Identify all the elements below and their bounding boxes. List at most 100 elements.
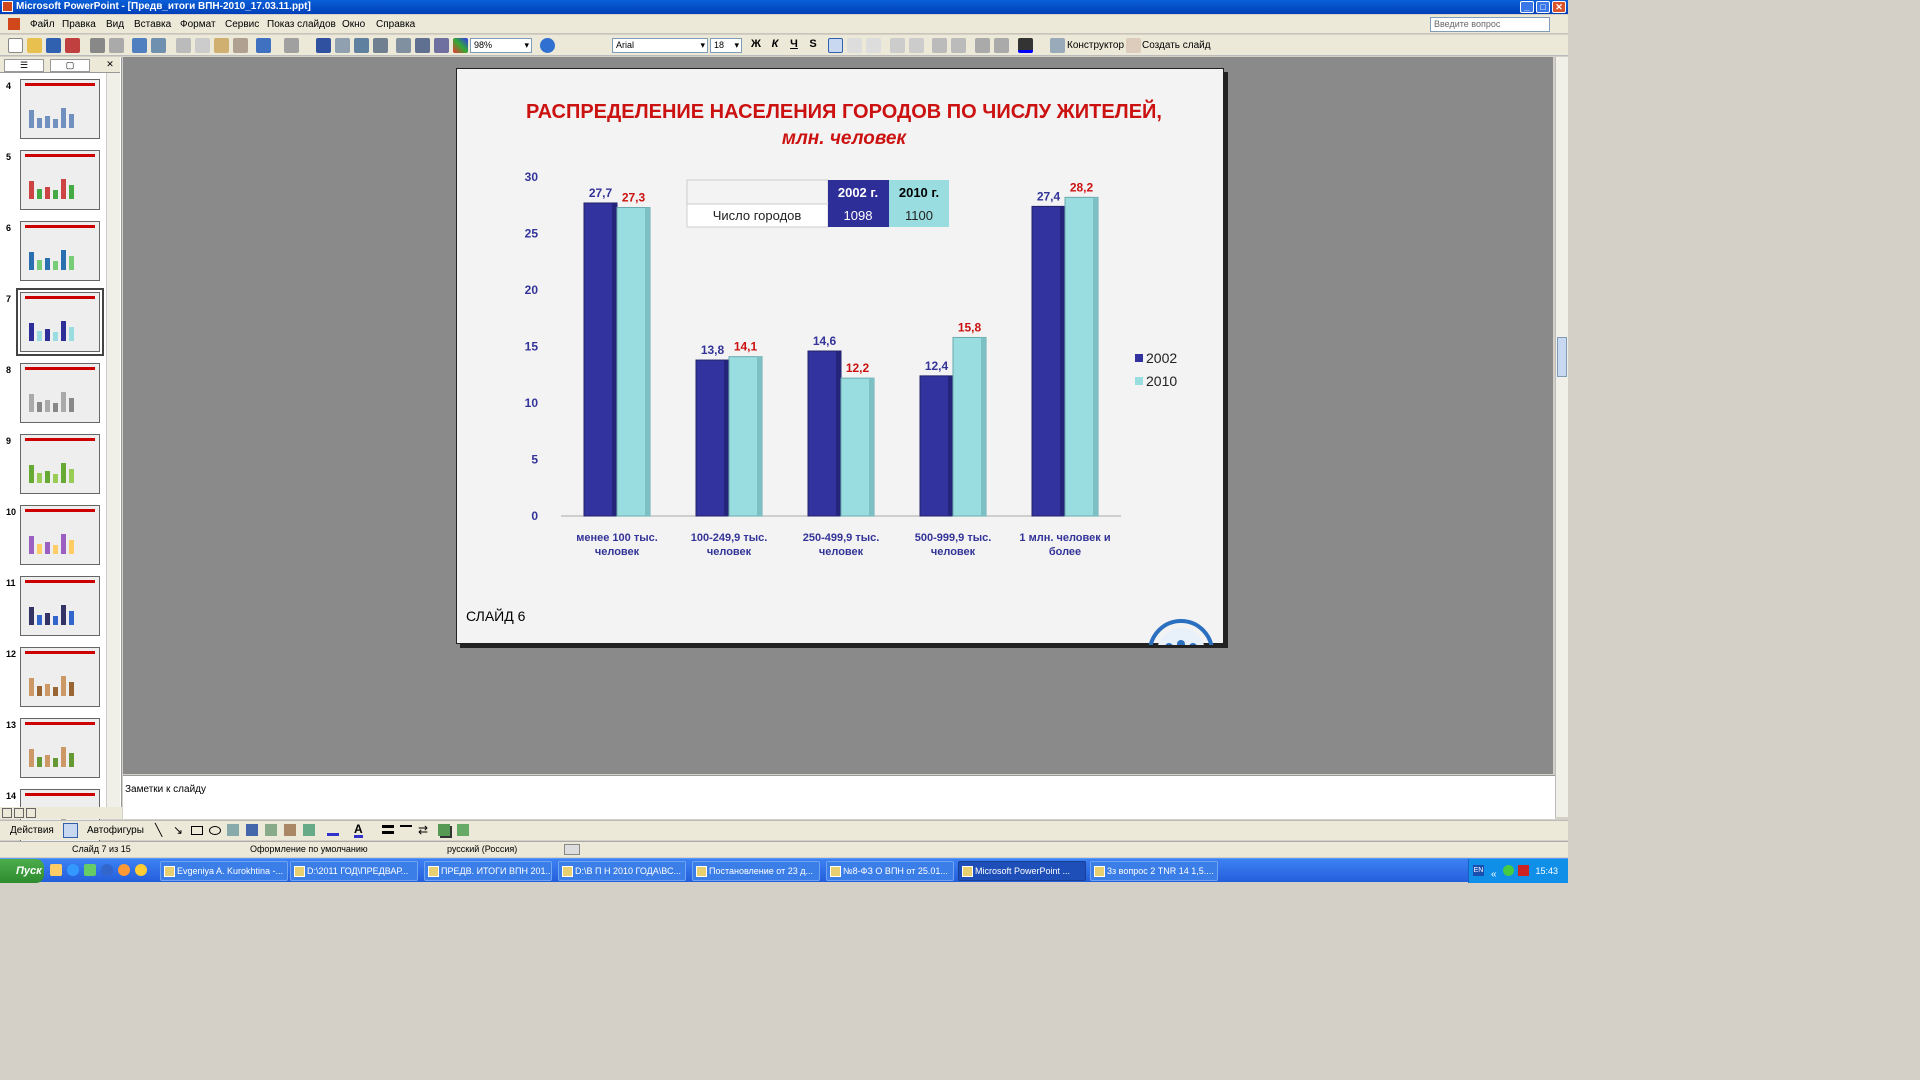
picture-icon[interactable]: [303, 824, 315, 836]
slide-canvas[interactable]: РАСПРЕДЕЛЕНИЕ НАСЕЛЕНИЯ ГОРОДОВ ПО ЧИСЛУ…: [456, 68, 1224, 685]
spellcheck-status-icon[interactable]: [564, 844, 580, 855]
align-right-icon[interactable]: [866, 38, 881, 53]
research-icon[interactable]: [151, 38, 166, 53]
rectangle-icon[interactable]: [191, 826, 203, 835]
slideshow-view-icon[interactable]: [26, 808, 36, 818]
diagram-icon[interactable]: [265, 824, 277, 836]
insert-hyperlink-icon[interactable]: [373, 38, 388, 53]
vertical-scrollbar[interactable]: [1555, 57, 1568, 817]
underline-button[interactable]: Ч: [786, 38, 802, 50]
tray-expand-icon[interactable]: «: [1491, 863, 1497, 887]
save-icon[interactable]: [46, 38, 61, 53]
menu-help[interactable]: Справка: [376, 19, 415, 30]
show-formatting-icon[interactable]: [415, 38, 430, 53]
line-style-icon[interactable]: [382, 825, 394, 834]
spelling-icon[interactable]: [132, 38, 147, 53]
quicklaunch-media-icon[interactable]: [118, 864, 130, 876]
increase-indent-icon[interactable]: [994, 38, 1009, 53]
menu-slideshow[interactable]: Показ слайдов: [267, 19, 336, 30]
zoom-select[interactable]: 98%: [470, 38, 532, 53]
shadow-button[interactable]: S: [805, 38, 821, 50]
redo-icon[interactable]: [284, 38, 299, 53]
format-painter-icon[interactable]: [233, 38, 248, 53]
arrow-icon[interactable]: ↘: [173, 823, 183, 837]
font-select[interactable]: Arial: [612, 38, 708, 53]
thumbnails-scrollbar[interactable]: [106, 73, 120, 807]
clipart-icon[interactable]: [284, 824, 296, 836]
numbering-icon[interactable]: [890, 38, 905, 53]
new-slide-button[interactable]: Создать слайд: [1142, 40, 1211, 51]
start-button[interactable]: Пуск: [0, 859, 44, 883]
slide-thumbnail[interactable]: [20, 79, 100, 139]
menu-file[interactable]: Файл: [30, 19, 55, 30]
taskbar-task[interactable]: Постановление от 23 д...: [692, 861, 820, 881]
slide-thumbnail[interactable]: [20, 789, 100, 849]
minimize-button[interactable]: _: [1520, 1, 1534, 13]
slide-thumbnail[interactable]: [20, 150, 100, 210]
help-icon[interactable]: [540, 38, 555, 53]
maximize-button[interactable]: □: [1536, 1, 1550, 13]
font-color-icon[interactable]: [1018, 38, 1033, 53]
menu-tools[interactable]: Сервис: [225, 19, 259, 30]
menu-window[interactable]: Окно: [342, 19, 365, 30]
decrease-indent-icon[interactable]: [975, 38, 990, 53]
slide-thumbnail[interactable]: [20, 505, 100, 565]
select-pointer-icon[interactable]: [63, 823, 78, 838]
insert-table-icon[interactable]: [335, 38, 350, 53]
close-pane-icon[interactable]: ✕: [104, 59, 116, 72]
taskbar-task[interactable]: ПРЕДВ. ИТОГИ ВПН 201...: [424, 861, 552, 881]
slide-thumbnail[interactable]: [16, 288, 104, 356]
autoshapes-menu[interactable]: Автофигуры: [87, 825, 144, 836]
slide-thumbnail[interactable]: [20, 718, 100, 778]
normal-view-icon[interactable]: [2, 808, 12, 818]
cut-icon[interactable]: [176, 38, 191, 53]
tray-network-icon[interactable]: [1503, 865, 1514, 876]
tables-borders-icon[interactable]: [354, 38, 369, 53]
permission-icon[interactable]: [65, 38, 80, 53]
document-icon[interactable]: [8, 18, 20, 30]
font-size-select[interactable]: 18: [710, 38, 742, 53]
taskbar-task[interactable]: 3з вопрос 2 TNR 14 1,5....: [1090, 861, 1218, 881]
quicklaunch-app-icon[interactable]: [50, 864, 62, 876]
slides-tab[interactable]: ▢: [50, 59, 90, 72]
language-indicator[interactable]: EN: [1473, 865, 1484, 876]
3d-style-icon[interactable]: [457, 824, 469, 836]
menu-format[interactable]: Формат: [180, 19, 216, 30]
design-button[interactable]: Конструктор: [1067, 40, 1124, 51]
taskbar-task[interactable]: №8-ФЗ О ВПН от 25.01...: [826, 861, 954, 881]
color-grayscale-icon[interactable]: [453, 38, 468, 53]
actions-menu[interactable]: Действия: [10, 825, 54, 836]
slide-thumbnail[interactable]: [20, 363, 100, 423]
slide-thumbnail[interactable]: [20, 221, 100, 281]
arrow-style-icon[interactable]: ⇄: [418, 823, 428, 837]
align-center-icon[interactable]: [847, 38, 862, 53]
increase-font-icon[interactable]: [932, 38, 947, 53]
oval-icon[interactable]: [209, 826, 221, 835]
quicklaunch-desktop-icon[interactable]: [84, 864, 96, 876]
outline-tab[interactable]: ☰: [4, 59, 44, 72]
ask-question-input[interactable]: Введите вопрос: [1430, 17, 1550, 32]
textbox-icon[interactable]: [227, 824, 239, 836]
quicklaunch-ie-icon[interactable]: [67, 864, 79, 876]
show-grid-icon[interactable]: [434, 38, 449, 53]
italic-button[interactable]: К: [767, 38, 783, 50]
fill-color-icon[interactable]: [327, 824, 339, 836]
new-icon[interactable]: [8, 38, 23, 53]
scrollbar-thumb[interactable]: [1557, 337, 1567, 377]
taskbar-task[interactable]: Evgeniya A. Kurokhtina -...: [160, 861, 288, 881]
slide-thumbnail[interactable]: [20, 434, 100, 494]
font-color-draw-icon[interactable]: A: [354, 823, 363, 838]
undo-icon[interactable]: [256, 38, 271, 53]
slide-thumbnail[interactable]: [20, 647, 100, 707]
wordart-icon[interactable]: [246, 824, 258, 836]
notes-pane[interactable]: Заметки к слайду: [123, 775, 1555, 819]
bullets-icon[interactable]: [909, 38, 924, 53]
print-icon[interactable]: [90, 38, 105, 53]
insert-chart-icon[interactable]: [316, 38, 331, 53]
taskbar-task[interactable]: Microsoft PowerPoint ...: [958, 861, 1086, 881]
menu-edit[interactable]: Правка: [62, 19, 96, 30]
expand-all-icon[interactable]: [396, 38, 411, 53]
quicklaunch-browser-icon[interactable]: [101, 864, 113, 876]
powerpoint-app-icon[interactable]: [2, 1, 13, 12]
paste-icon[interactable]: [214, 38, 229, 53]
